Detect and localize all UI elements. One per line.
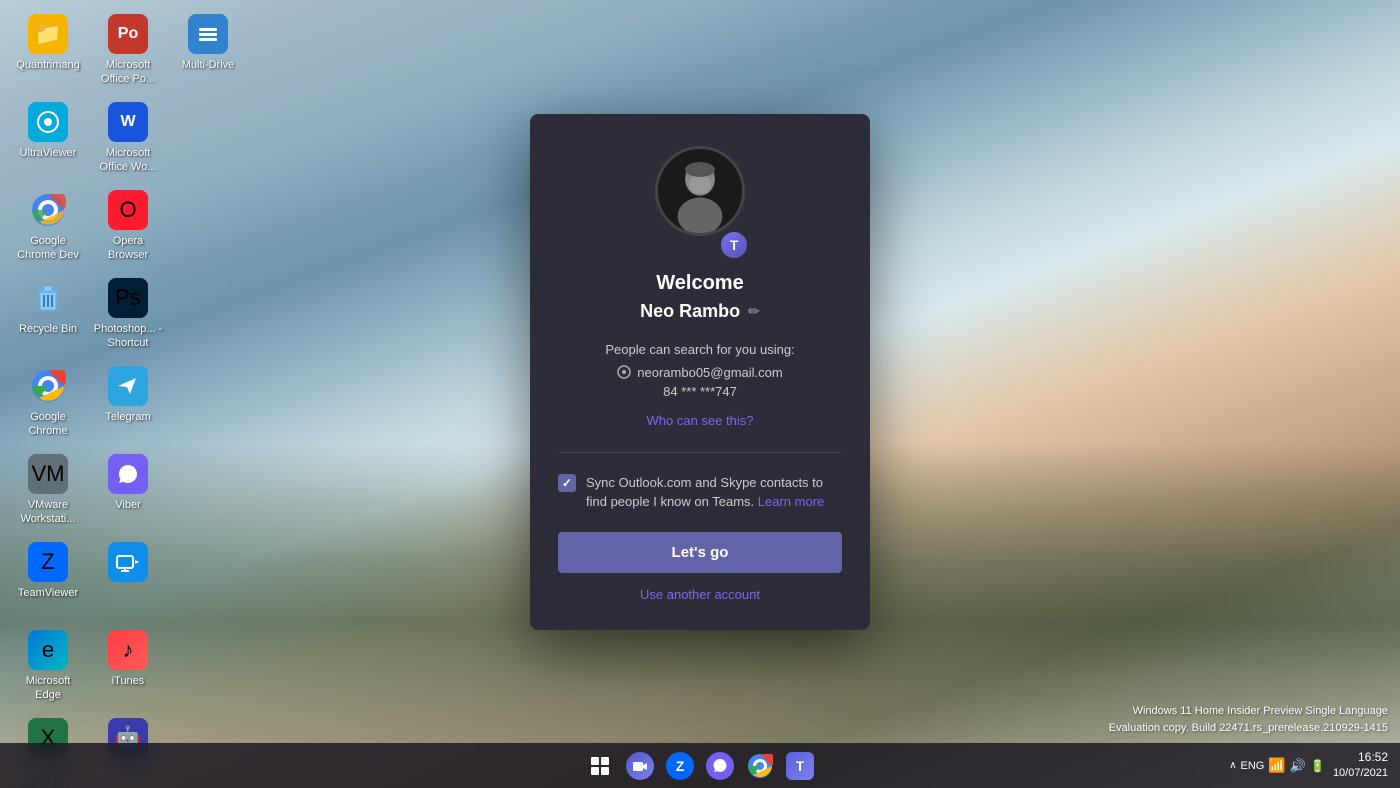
- lets-go-button[interactable]: Let's go: [558, 532, 842, 573]
- modal-overlay: T Welcome Neo Rambo ✏ People can search …: [0, 0, 1400, 743]
- taskbar-chrome-icon[interactable]: [742, 748, 778, 784]
- user-name-row: Neo Rambo ✏: [640, 301, 760, 322]
- contact-phone: 84 *** ***747: [617, 384, 782, 399]
- taskbar-zalo-icon[interactable]: Z: [662, 748, 698, 784]
- taskbar-time-display: 16:52: [1333, 749, 1388, 766]
- contact-info: neorambo05@gmail.com 84 *** ***747: [617, 365, 782, 407]
- taskbar-teams-icon[interactable]: T: [782, 748, 818, 784]
- user-avatar: [655, 146, 745, 236]
- email-text: neorambo05@gmail.com: [637, 365, 782, 380]
- desktop: 📁 Quantrimang Po Microsoft Office Po... …: [0, 0, 1400, 788]
- taskbar-lang[interactable]: ENG: [1241, 760, 1265, 772]
- teams-badge: T: [719, 230, 749, 260]
- taskbar-teams-meet-icon[interactable]: [622, 748, 658, 784]
- taskbar-center: Z: [582, 748, 818, 784]
- learn-more-link[interactable]: Learn more: [758, 494, 824, 509]
- search-info-label: People can search for you using:: [605, 342, 794, 357]
- modal-divider: [558, 452, 842, 453]
- who-can-see-link[interactable]: Who can see this?: [647, 413, 754, 428]
- user-name: Neo Rambo: [640, 301, 740, 322]
- sys-tray: ∧ ENG 📶 🔊 🔋: [1229, 757, 1325, 774]
- battery-icon: 🔋: [1310, 759, 1325, 773]
- sync-checkbox[interactable]: [558, 474, 576, 492]
- volume-icon[interactable]: 🔊: [1290, 758, 1306, 774]
- wifi-icon: 📶: [1268, 757, 1285, 774]
- sync-row: Sync Outlook.com and Skype contacts to f…: [558, 473, 842, 512]
- edit-name-icon[interactable]: ✏: [748, 303, 760, 320]
- taskbar-date-display: 10/07/2021: [1333, 766, 1388, 781]
- sync-text: Sync Outlook.com and Skype contacts to f…: [586, 473, 842, 512]
- taskbar-clock[interactable]: 16:52 10/07/2021: [1333, 749, 1388, 781]
- taskbar-right: ∧ ENG 📶 🔊 🔋 16:52 10/07/2021: [1229, 749, 1388, 781]
- use-another-account-link[interactable]: Use another account: [640, 587, 760, 602]
- welcome-heading: Welcome: [656, 272, 743, 295]
- contact-email: neorambo05@gmail.com: [617, 365, 782, 380]
- taskbar: Z: [0, 743, 1400, 788]
- teams-modal: T Welcome Neo Rambo ✏ People can search …: [530, 114, 870, 630]
- start-button[interactable]: [582, 748, 618, 784]
- taskbar-viber-icon[interactable]: [702, 748, 738, 784]
- chevron-up-icon[interactable]: ∧: [1229, 760, 1236, 771]
